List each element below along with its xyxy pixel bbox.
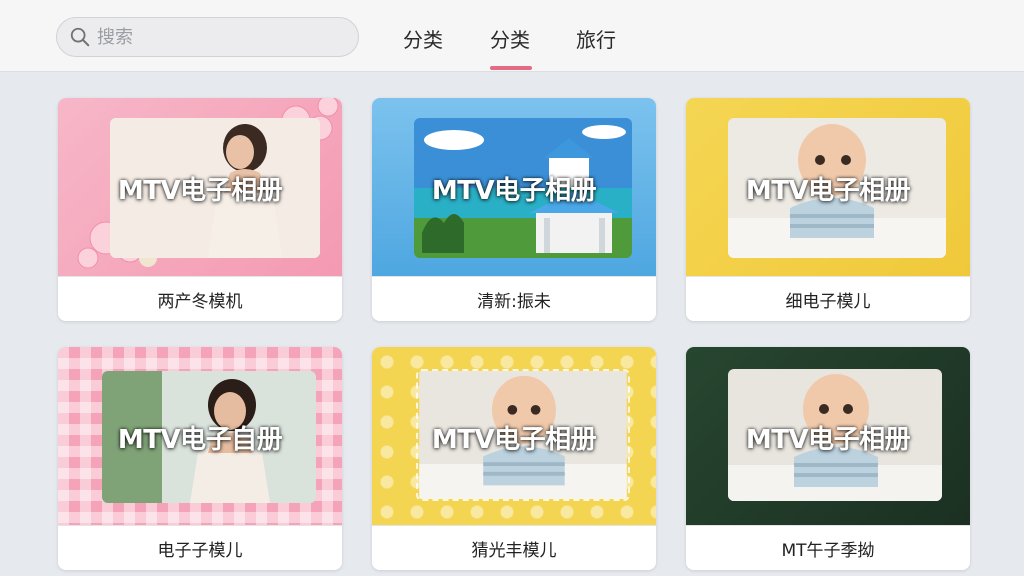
card-caption: 细电子模儿 xyxy=(686,276,970,321)
template-card[interactable]: MTV电子相册 清新:振未 xyxy=(372,98,656,321)
tab-category-active[interactable]: 分类 xyxy=(490,24,530,53)
tab-travel[interactable]: 旅行 xyxy=(576,24,616,53)
search-bar[interactable] xyxy=(56,17,359,57)
card-caption: 电子子模儿 xyxy=(58,525,342,570)
card-overlay-title: MTV电子自册 xyxy=(117,425,283,455)
card-caption: 猜光丰模儿 xyxy=(372,525,656,570)
search-input[interactable] xyxy=(97,26,337,48)
card-caption: 两产冬模机 xyxy=(58,276,342,321)
card-overlay-title: MTV电子相册 xyxy=(117,176,283,206)
card-overlay-title: MTV电子相册 xyxy=(431,425,597,455)
card-overlay-title: MTV电子相册 xyxy=(745,176,911,206)
card-caption: MT午子季拗 xyxy=(686,525,970,570)
template-card[interactable]: MTV电子相册 细电子模儿 xyxy=(686,98,970,321)
card-overlay-title: MTV电子相册 xyxy=(431,176,597,206)
tab-category[interactable]: 分类 xyxy=(403,24,443,53)
top-bar: 分类 分类 旅行 xyxy=(0,0,1024,72)
template-card[interactable]: MTV电子相册 猜光丰模儿 xyxy=(372,347,656,570)
template-card[interactable]: MTV电子自册 电子子模儿 xyxy=(58,347,342,570)
template-card[interactable]: MTV电子相册 两产冬模机 xyxy=(58,98,342,321)
active-tab-indicator xyxy=(490,66,532,70)
template-card[interactable]: MTV电子相册 MT午子季拗 xyxy=(686,347,970,570)
card-caption: 清新:振未 xyxy=(372,276,656,321)
search-icon xyxy=(70,27,90,47)
card-overlay-title: MTV电子相册 xyxy=(745,425,911,455)
